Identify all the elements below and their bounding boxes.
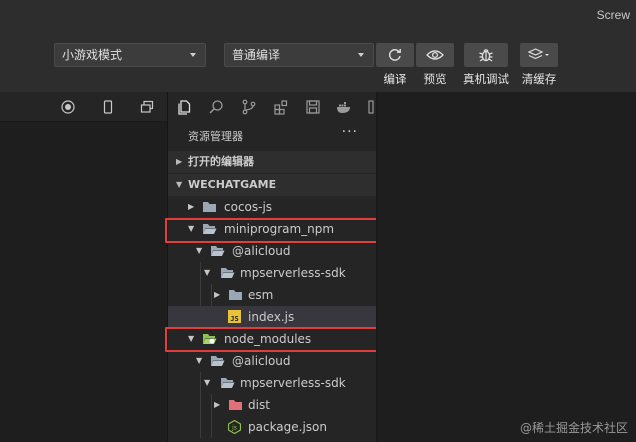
folder-open-icon: [221, 378, 235, 388]
chevron-down-icon: ▼: [196, 246, 203, 255]
compile-select[interactable]: 普通编译: [224, 43, 374, 67]
folder-open-icon: [211, 356, 225, 366]
watermark: @稀土掘金技术社区: [519, 421, 628, 435]
preview-button[interactable]: [416, 43, 454, 67]
editor-area: @稀土掘金技术社区: [378, 92, 636, 442]
chevron-down-icon: ▼: [204, 378, 211, 387]
open-editors-label: 打开的编辑器: [188, 155, 254, 168]
clear-cache-label: 清缓存: [521, 72, 557, 86]
clear-cache-button[interactable]: [520, 43, 558, 67]
chevron-right-icon: ▶: [214, 400, 221, 409]
caret-down-icon: [190, 53, 196, 57]
device-debug-label: 真机调试: [463, 72, 509, 86]
tree-item-label: cocos-js: [224, 200, 273, 214]
tree-item-label: miniprogram_npm: [224, 222, 335, 236]
panel-toggle-icon[interactable]: [366, 99, 376, 115]
tree-item-folder[interactable]: ▼ miniprogram_npm: [168, 218, 376, 240]
caret-down-icon: [358, 53, 364, 57]
chevron-down-icon: ▼: [188, 334, 195, 343]
tree-item-label: node_modules: [224, 332, 312, 346]
refresh-icon: [389, 49, 401, 61]
tree-item-folder[interactable]: ▶ dist: [168, 394, 376, 416]
compile-button[interactable]: [376, 43, 414, 67]
explorer-header: 资源管理器 ···: [168, 122, 378, 148]
files-icon[interactable]: [176, 99, 192, 115]
tree-item-folder[interactable]: ▶ cocos-js: [168, 196, 376, 218]
tree-item-folder[interactable]: ▼ @alicloud: [168, 240, 376, 262]
tree-item-file[interactable]: js package.json: [168, 416, 376, 438]
folder-icon: [203, 202, 216, 212]
compile-select-value: 普通编译: [232, 48, 281, 62]
explorer-title: 资源管理器: [188, 130, 243, 143]
node-folder-icon: [203, 334, 217, 344]
dist-folder-icon: [229, 400, 242, 410]
chevron-down-icon: ▼: [204, 268, 211, 277]
folder-open-icon: [203, 224, 217, 234]
app-title: Screw: [596, 8, 630, 22]
source-control-icon[interactable]: [241, 99, 257, 115]
tree-item-label: mpserverless-sdk: [240, 266, 346, 280]
tree-item-label: esm: [248, 288, 274, 302]
preview-label: 预览: [423, 72, 447, 86]
chevron-down-icon: ▼: [188, 224, 195, 233]
tree-item-label: index.js: [248, 310, 295, 324]
tree-item-label: @alicloud: [232, 354, 291, 368]
chevron-down-icon: ▼: [176, 180, 183, 189]
tree-item-label: mpserverless-sdk: [240, 376, 346, 390]
tree-item-label: package.json: [248, 420, 328, 434]
chevron-right-icon: ▶: [188, 202, 195, 211]
javascript-file-icon: JS: [228, 310, 241, 323]
phone-icon[interactable]: [101, 100, 115, 114]
folder-open-icon: [211, 246, 225, 256]
more-actions-icon[interactable]: ···: [342, 124, 358, 140]
tree-item-label: @alicloud: [232, 244, 291, 258]
activity-bar: [168, 92, 378, 122]
record-icon[interactable]: [61, 100, 75, 114]
compile-label: 编译: [383, 72, 407, 86]
docker-icon[interactable]: [336, 99, 352, 115]
chevron-down-icon: ▼: [196, 356, 203, 365]
top-toolbar: Screw 小游戏模式 普通编译 编译 预览 真机调试 清缓存: [0, 0, 636, 92]
simulator-panel: [0, 92, 167, 442]
tree-item-folder[interactable]: ▼ mpserverless-sdk: [168, 262, 376, 284]
svg-text:js: js: [231, 425, 237, 432]
tree-item-file[interactable]: JS index.js: [168, 306, 376, 328]
chevron-right-icon: ▶: [176, 157, 183, 166]
device-debug-button[interactable]: [464, 43, 508, 67]
project-section[interactable]: ▼ WECHATGAME: [168, 174, 376, 196]
bug-icon: [479, 49, 493, 62]
open-editors-section[interactable]: ▶ 打开的编辑器: [168, 151, 376, 173]
mode-select[interactable]: 小游戏模式: [54, 43, 206, 67]
layers-icon: [528, 48, 549, 60]
folder-open-icon: [221, 268, 235, 278]
folder-icon: [229, 290, 242, 300]
svg-text:JS: JS: [230, 315, 238, 323]
tree-item-folder[interactable]: ▼ mpserverless-sdk: [168, 372, 376, 394]
tree-item-folder[interactable]: ▼ node_modules: [168, 328, 376, 350]
tree-item-label: dist: [248, 398, 270, 412]
chevron-right-icon: ▶: [214, 290, 221, 299]
save-disk-icon[interactable]: [305, 99, 321, 115]
search-icon[interactable]: [208, 99, 224, 115]
extensions-icon[interactable]: [273, 99, 289, 115]
project-label: WECHATGAME: [188, 178, 277, 191]
mode-select-value: 小游戏模式: [62, 48, 123, 62]
simulator-toolbar: [0, 92, 167, 122]
node-json-icon: js: [228, 420, 241, 434]
tree-item-folder[interactable]: ▼ @alicloud: [168, 350, 376, 372]
windows-icon[interactable]: [140, 100, 154, 114]
tree-item-folder[interactable]: ▶ esm: [168, 284, 376, 306]
eye-icon: [426, 50, 444, 60]
